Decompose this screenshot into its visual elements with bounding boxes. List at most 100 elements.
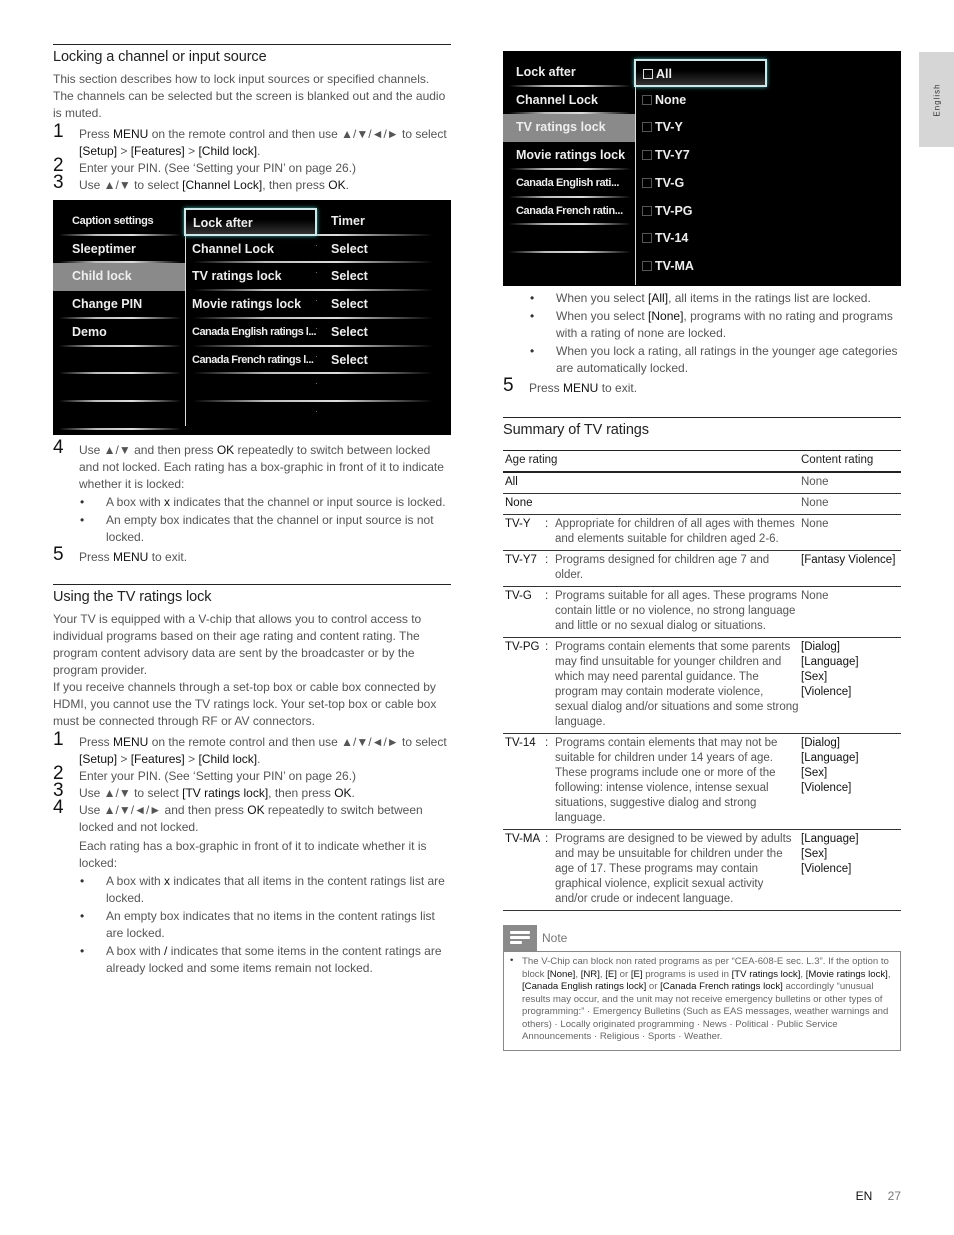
row-separator [193, 399, 433, 402]
body-text: Use ▲/▼ to select [79, 786, 183, 800]
section-title-summary: Summary of TV ratings [503, 417, 901, 438]
submenu-item[interactable]: TV ratings lock [192, 263, 317, 291]
bullet-item: • When you select [All], all items in the… [503, 290, 901, 307]
value-select[interactable]: Select [331, 291, 368, 319]
rating-option[interactable]: TV-14 [642, 225, 767, 253]
value-select[interactable]: Select [331, 263, 368, 291]
body-text: > [117, 144, 131, 158]
emphasis-text: [Channel Lock] [182, 178, 263, 192]
emphasis-text: [TV ratings lock] [182, 786, 269, 800]
footer-language: EN [855, 1189, 873, 1203]
value-select[interactable]: Select [331, 236, 368, 264]
step-item: 1 Press MENU on the remote control and th… [53, 730, 451, 768]
description-wrap: : Programs designed for children age 7 an… [545, 553, 799, 583]
body-text: , [887, 968, 891, 980]
content-rating-item: [Sex] [801, 767, 828, 779]
submenu-item[interactable]: Movie ratings lock [192, 291, 317, 319]
content-rating: None [799, 472, 901, 494]
emphasis-text: [Canada French ratings lock] [660, 981, 783, 992]
menu-item-sleeptimer[interactable]: Sleeptimer [53, 236, 185, 264]
menu-item-caption-settings[interactable]: Caption settings [53, 208, 185, 236]
rating-option[interactable]: All [634, 59, 767, 87]
colon: : [545, 590, 549, 602]
rating-option[interactable]: TV-MA [642, 253, 767, 281]
checkbox-icon[interactable] [642, 233, 652, 244]
submenu-item[interactable]: Canada English ratings l... [192, 319, 317, 347]
row-separator [59, 427, 181, 430]
bullet-item: • A box with / indicates that some items … [53, 943, 451, 977]
value-select[interactable]: Select [331, 319, 368, 347]
right-column: Lock after Channel Lock TV ratings lock Mov… [503, 51, 901, 1051]
checkbox-icon[interactable] [642, 177, 652, 188]
submenu-item[interactable]: Channel Lock [192, 236, 317, 264]
emphasis-text: [E] [630, 968, 643, 980]
row-separator [59, 372, 181, 375]
rating-option[interactable]: None [642, 87, 767, 115]
menu-item[interactable]: Lock after [503, 59, 635, 87]
rating-description: : Programs contain elements that may not … [545, 733, 799, 830]
submenu-item[interactable]: Canada French ratings l... [192, 347, 317, 375]
row-separator [509, 250, 631, 253]
body-text: When you select [556, 309, 649, 323]
menu-item-demo[interactable]: Demo [53, 319, 185, 347]
menu-item[interactable]: TV ratings lock [503, 114, 635, 143]
menu-item[interactable]: Movie ratings lock [503, 142, 635, 170]
menu-item-child-lock[interactable]: Child lock [53, 263, 185, 292]
rating-option[interactable]: TV-Y7 [642, 142, 767, 170]
rating-description: : Programs are designed to be viewed by a… [545, 829, 799, 911]
checkbox-icon[interactable] [642, 122, 652, 133]
bullet-dot: • [530, 309, 535, 323]
rating-option[interactable]: TV-Y [642, 114, 767, 142]
checkbox-icon[interactable] [643, 69, 653, 79]
steps-list: 1 Press MENU on the remote control and th… [53, 730, 451, 836]
step-item: 4 Use ▲/▼ and then press OK repeatedly to… [53, 438, 451, 493]
content-rating-item: [Language] [801, 833, 859, 845]
bullet-list: • A box with x indicates that all items i… [53, 873, 451, 977]
rating-option[interactable]: TV-G [642, 170, 767, 198]
bullet-dot: • [510, 955, 514, 966]
section-intro-1: Your TV is equipped with a V-chip that a… [53, 612, 422, 677]
emphasis-text: [All] [648, 291, 669, 305]
note-text: The V-Chip can block non rated programs … [522, 956, 891, 1042]
emphasis-text: OK [328, 178, 346, 192]
body-text: on the remote control and then use ▲/▼/◄… [148, 735, 447, 749]
emphasis-text: [TV ratings lock] [731, 968, 801, 980]
rating-option-label: TV-Y [655, 120, 683, 135]
content-rating-item: [Violence] [801, 782, 852, 794]
header-content-rating: Content rating [799, 450, 901, 473]
body-text: to exit. [598, 381, 638, 395]
bullet-item: • A box with x indicates that all items i… [53, 873, 451, 907]
age-rating: TV-Y7 [503, 550, 549, 587]
step-item: 3 Use ▲/▼ to select [Channel Lock], then … [53, 173, 451, 194]
checkbox-icon[interactable] [642, 205, 652, 216]
menu-item[interactable]: Channel Lock [503, 87, 635, 115]
emphasis-text: [NR] [580, 968, 600, 980]
bullet-dot: • [80, 495, 85, 509]
value-select[interactable]: Select [331, 347, 368, 375]
menu-item-change-pin[interactable]: Change PIN [53, 291, 185, 319]
submenu-item[interactable]: Lock after [184, 208, 317, 236]
rating-option-label: TV-PG [655, 203, 693, 218]
bullet-list: • When you select [All], all items in the… [503, 290, 901, 377]
checkbox-icon[interactable] [642, 150, 652, 161]
checkbox-icon[interactable] [642, 94, 652, 105]
body-text: or [616, 968, 631, 980]
rating-option-label: None [655, 92, 687, 107]
rating-description: : Programs suitable for all ages. These p… [545, 586, 799, 638]
value-timer[interactable]: Timer [331, 208, 365, 236]
checkbox-icon[interactable] [642, 260, 652, 271]
menu-item[interactable]: Canada English rati... [503, 170, 635, 198]
step-4: 4 Use ▲/▼ and then press OK repeatedly to… [53, 438, 451, 493]
emphasis-text: [Setup] [79, 752, 118, 766]
body-text: Use ▲/▼/◄/► and then press [79, 803, 248, 817]
menu-item[interactable]: Canada French ratin... [503, 198, 635, 226]
step-item: 5 Press MENU to exit. [503, 376, 901, 397]
bullet-dot: • [530, 344, 535, 358]
description-text: Programs contain elements that some pare… [555, 641, 799, 728]
body-text: . [257, 144, 261, 158]
content-rating-item: None [801, 497, 829, 509]
tv-menu-tv-ratings-lock: Lock after Channel Lock TV ratings lock Mov… [503, 51, 901, 286]
steps-list: 1 Press MENU on the remote control and th… [53, 122, 451, 194]
colon: : [545, 554, 549, 566]
rating-option[interactable]: TV-PG [642, 198, 767, 226]
